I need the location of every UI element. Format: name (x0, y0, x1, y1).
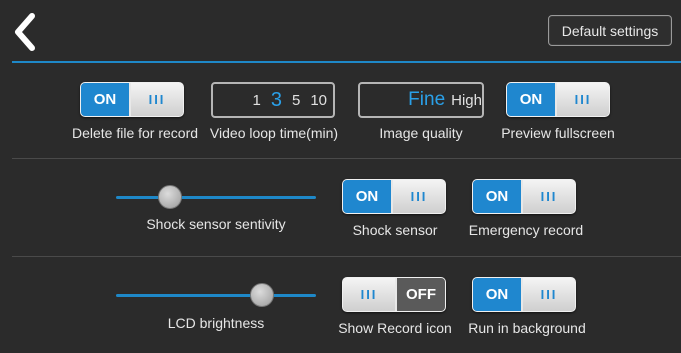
toggle-state: ON (507, 83, 557, 116)
row-divider (12, 256, 681, 257)
shock-sensitivity-thumb[interactable] (158, 185, 182, 209)
emergency-record-label: Emergency record (468, 222, 584, 238)
row-divider (12, 158, 681, 159)
default-settings-button[interactable]: Default settings (548, 15, 672, 46)
emergency-record-toggle[interactable]: ON III (472, 179, 576, 214)
back-icon[interactable] (8, 10, 48, 54)
image-quality-selector[interactable]: Fine High (358, 82, 484, 118)
quality-option-fine[interactable]: Fine (408, 89, 445, 111)
show-record-icon-toggle[interactable]: III OFF (342, 277, 446, 312)
preview-fullscreen-toggle[interactable]: ON III (506, 82, 610, 117)
quality-option-high[interactable]: High (451, 92, 482, 109)
toggle-state: ON (473, 180, 523, 213)
loop-option-1[interactable]: 1 (253, 92, 261, 109)
header-divider (12, 61, 681, 63)
run-in-background-label: Run in background (468, 320, 586, 336)
lcd-brightness-thumb[interactable] (250, 283, 274, 307)
delete-file-toggle[interactable]: ON III (80, 82, 184, 117)
shock-sensor-toggle[interactable]: ON III (342, 179, 446, 214)
image-quality-label: Image quality (379, 125, 463, 141)
show-record-icon-label: Show Record icon (338, 320, 452, 336)
loop-option-3[interactable]: 3 (271, 89, 282, 112)
run-in-background-toggle[interactable]: ON III (472, 277, 576, 312)
loop-option-10[interactable]: 10 (310, 92, 327, 109)
preview-fullscreen-label: Preview fullscreen (501, 125, 615, 141)
loop-option-5[interactable]: 5 (292, 92, 300, 109)
delete-file-label: Delete file for record (71, 125, 199, 141)
toggle-knob: III (393, 180, 445, 213)
shock-sensitivity-label: Shock sensor sentivity (146, 216, 286, 232)
toggle-knob: III (343, 278, 395, 311)
lcd-brightness-label: LCD brightness (167, 315, 265, 331)
video-loop-label: Video loop time(min) (209, 125, 339, 141)
toggle-state: ON (81, 83, 131, 116)
toggle-knob: III (131, 83, 183, 116)
toggle-state: OFF (395, 278, 445, 311)
toggle-state: ON (473, 278, 523, 311)
toggle-knob: III (523, 278, 575, 311)
lcd-brightness-track[interactable] (116, 294, 316, 297)
shock-sensitivity-track[interactable] (116, 196, 316, 199)
shock-sensor-label: Shock sensor (352, 222, 438, 238)
toggle-knob: III (557, 83, 609, 116)
toggle-knob: III (523, 180, 575, 213)
toggle-state: ON (343, 180, 393, 213)
video-loop-selector[interactable]: 1 3 5 10 (211, 82, 335, 118)
